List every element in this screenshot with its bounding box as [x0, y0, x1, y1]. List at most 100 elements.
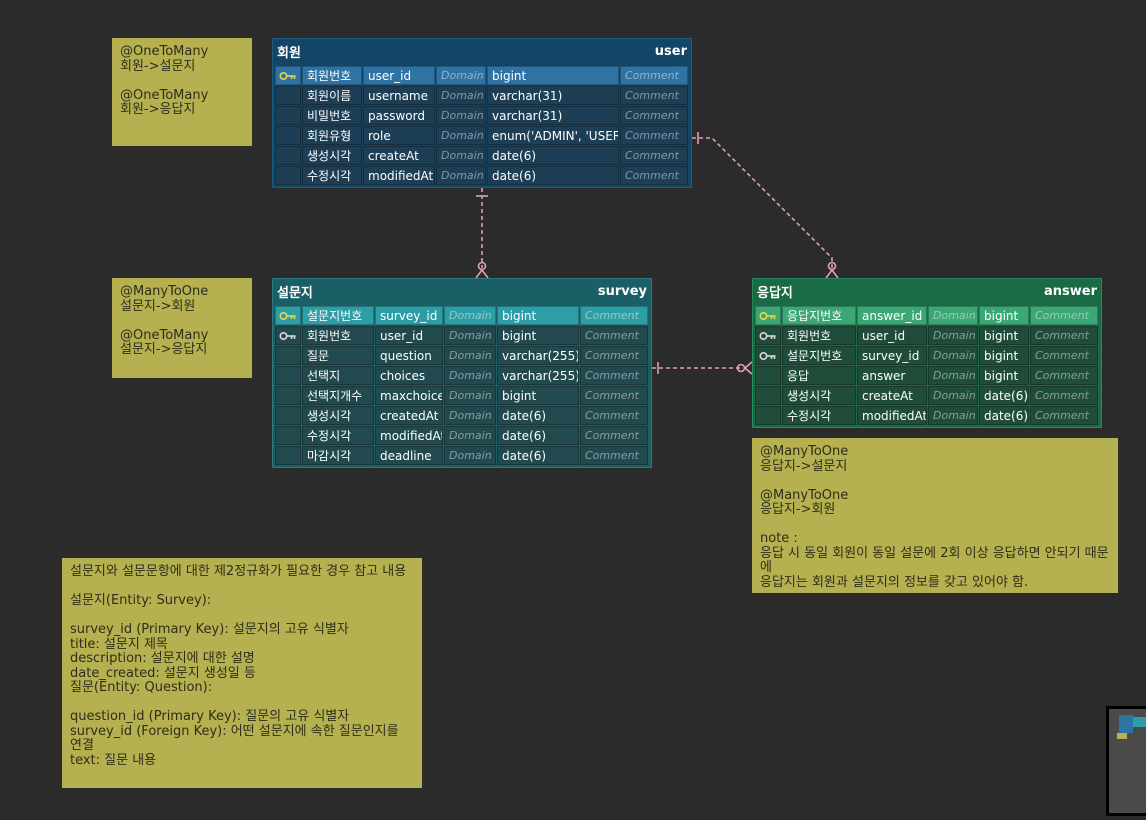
primary-key-icon — [759, 311, 776, 320]
column-comment: Comment — [620, 106, 688, 125]
entity-answer[interactable]: 응답지 answer 응답지번호 answer_id Domain bigint Com… — [752, 278, 1102, 428]
column-comment: Comment — [580, 366, 648, 385]
column-data-type: bigint — [979, 306, 1029, 325]
column-row[interactable]: 응답 answer Domain bigint Comment — [755, 365, 1099, 385]
entity-logical-name: 회원 — [277, 45, 301, 61]
column-data-type: enum('ADMIN', 'USER') — [487, 126, 619, 145]
column-physical-name: password — [363, 106, 435, 125]
note-answer-relations[interactable]: @ManyToOne 응답지->설문지 @ManyToOne 응답지->회원 n… — [752, 438, 1118, 593]
column-comment: Comment — [620, 66, 688, 85]
entity-logical-name: 응답지 — [757, 285, 793, 301]
key-cell — [755, 406, 781, 425]
column-row[interactable]: 수정시각 modifiedAt Domain date(6) Comment — [275, 425, 649, 445]
column-row[interactable]: 생성시각 createdAt Domain date(6) Comment — [275, 405, 649, 425]
column-physical-name: user_id — [375, 326, 443, 345]
entity-survey[interactable]: 설문지 survey 설문지번호 survey_id Domain bigint Com… — [272, 278, 652, 468]
entity-physical-name: answer — [1043, 283, 1097, 299]
column-comment: Comment — [620, 86, 688, 105]
column-row[interactable]: 질문 question Domain varchar(255) Comment — [275, 345, 649, 365]
column-physical-name: username — [363, 86, 435, 105]
column-comment: Comment — [580, 346, 648, 365]
column-logical-name: 수정시각 — [782, 406, 856, 425]
column-physical-name: createAt — [857, 386, 927, 405]
column-logical-name: 설문지번호 — [782, 346, 856, 365]
column-row[interactable]: 회원유형 role Domain enum('ADMIN', 'USER') Comme… — [275, 125, 689, 145]
column-comment: Comment — [1030, 326, 1098, 345]
column-domain: Domain — [928, 386, 978, 405]
column-logical-name: 수정시각 — [302, 166, 362, 185]
column-row[interactable]: 회원번호 user_id Domain bigint Comment — [275, 65, 689, 85]
column-row[interactable]: 생성시각 createAt Domain date(6) Comment — [755, 385, 1099, 405]
column-physical-name: createAt — [363, 146, 435, 165]
column-comment: Comment — [580, 306, 648, 325]
column-data-type: date(6) — [487, 146, 619, 165]
column-row[interactable]: 선택지개수 maxchoice Domain bigint Comment — [275, 385, 649, 405]
column-row[interactable]: 회원이름 username Domain varchar(31) Comment — [275, 85, 689, 105]
column-logical-name: 회원번호 — [782, 326, 856, 345]
column-domain: Domain — [444, 346, 496, 365]
column-logical-name: 질문 — [302, 346, 374, 365]
note-survey-relations[interactable]: @ManyToOne 설문지->회원 @OneToMany 설문지->응답지 — [112, 278, 252, 378]
column-comment: Comment — [580, 426, 648, 445]
column-data-type: bigint — [497, 386, 579, 405]
column-row[interactable]: 회원번호 user_id Domain bigint Comment — [275, 325, 649, 345]
column-data-type: bigint — [497, 326, 579, 345]
foreign-key-icon — [279, 331, 296, 340]
minimap[interactable] — [1106, 706, 1146, 816]
column-comment: Comment — [1030, 366, 1098, 385]
column-row[interactable]: 회원번호 user_id Domain bigint Comment — [755, 325, 1099, 345]
column-data-type: date(6) — [487, 166, 619, 185]
column-comment: Comment — [580, 406, 648, 425]
entity-header[interactable]: 설문지 survey — [273, 279, 651, 303]
key-cell — [275, 426, 301, 445]
column-logical-name: 회원이름 — [302, 86, 362, 105]
column-physical-name: modifiedAt — [363, 166, 435, 185]
primary-key-icon — [279, 311, 296, 320]
column-comment: Comment — [620, 146, 688, 165]
column-logical-name: 비밀번호 — [302, 106, 362, 125]
note-user-relations[interactable]: @OneToMany 회원->설문지 @OneToMany 회원->응답지 — [112, 38, 252, 146]
column-domain: Domain — [436, 146, 486, 165]
column-domain: Domain — [928, 406, 978, 425]
column-row[interactable]: 설문지번호 survey_id Domain bigint Comment — [755, 345, 1099, 365]
key-cell — [275, 446, 301, 465]
column-row[interactable]: 비밀번호 password Domain varchar(31) Comment — [275, 105, 689, 125]
column-row[interactable]: 수정시각 modifiedAt Domain date(6) Comment — [275, 165, 689, 185]
column-logical-name: 회원번호 — [302, 326, 374, 345]
column-row[interactable]: 설문지번호 survey_id Domain bigint Comment — [275, 305, 649, 325]
minimap-note — [1117, 733, 1127, 739]
key-cell — [275, 166, 301, 185]
column-physical-name: answer — [857, 366, 927, 385]
column-physical-name: role — [363, 126, 435, 145]
column-comment: Comment — [580, 386, 648, 405]
entity-logical-name: 설문지 — [277, 285, 313, 301]
column-row[interactable]: 마감시각 deadline Domain date(6) Comment — [275, 445, 649, 465]
key-cell — [275, 126, 301, 145]
entity-header[interactable]: 응답지 answer — [753, 279, 1101, 303]
note-normalization-reference[interactable]: 설문지와 설문문항에 대한 제2정규화가 필요한 경우 참고 내용 설문지(En… — [62, 558, 422, 788]
column-logical-name: 응답지번호 — [782, 306, 856, 325]
column-list: 응답지번호 answer_id Domain bigint Comment 회원번호 use… — [753, 303, 1101, 428]
column-logical-name: 생성시각 — [302, 406, 374, 425]
column-row[interactable]: 응답지번호 answer_id Domain bigint Comment — [755, 305, 1099, 325]
column-domain: Domain — [444, 446, 496, 465]
column-physical-name: survey_id — [857, 346, 927, 365]
column-row[interactable]: 생성시각 createAt Domain date(6) Comment — [275, 145, 689, 165]
column-domain: Domain — [444, 386, 496, 405]
key-cell — [275, 86, 301, 105]
entity-header[interactable]: 회원 user — [273, 39, 691, 63]
key-cell — [755, 346, 781, 365]
entity-user[interactable]: 회원 user 회원번호 user_id Domain bigint Comment 회원… — [272, 38, 692, 188]
rel-user-survey-crowfoot — [475, 268, 489, 279]
column-row[interactable]: 수정시각 modifiedAt Domain date(6) Comment — [755, 405, 1099, 425]
column-data-type: date(6) — [497, 426, 579, 445]
column-data-type: bigint — [487, 66, 619, 85]
entity-physical-name: user — [654, 43, 687, 59]
column-domain: Domain — [436, 166, 486, 185]
key-cell — [275, 106, 301, 125]
column-row[interactable]: 선택지 choices Domain varchar(255) Comment — [275, 365, 649, 385]
entity-physical-name: survey — [597, 283, 647, 299]
key-cell — [275, 306, 301, 325]
column-physical-name: survey_id — [375, 306, 443, 325]
column-list: 회원번호 user_id Domain bigint Comment 회원이름 userna… — [273, 63, 691, 188]
